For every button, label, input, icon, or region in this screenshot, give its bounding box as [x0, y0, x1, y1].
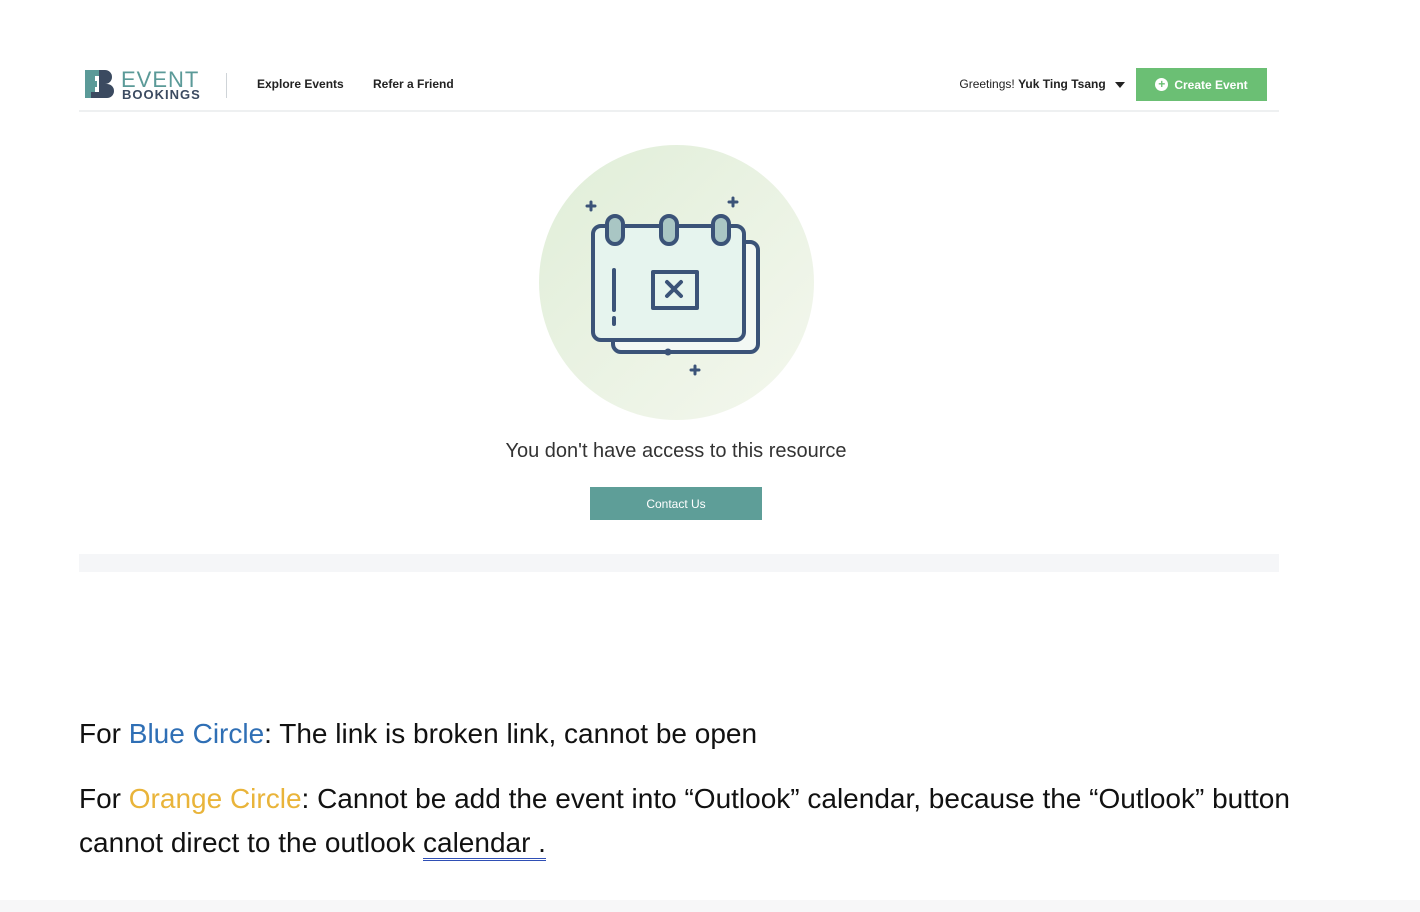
- nav-divider: [226, 73, 227, 98]
- nav-refer-a-friend[interactable]: Refer a Friend: [373, 77, 454, 91]
- top-navbar: EVENT BOOKINGS Explore Events Refer a Fr…: [79, 55, 1279, 112]
- user-name: Yuk Ting Tsang: [1018, 77, 1106, 91]
- plus-circle-icon: +: [1155, 78, 1169, 91]
- note1-prefix: For: [79, 718, 129, 749]
- issue-notes: For Blue Circle: The link is broken link…: [79, 712, 1359, 886]
- contact-us-button[interactable]: Contact Us: [590, 487, 762, 520]
- note-blue-circle: For Blue Circle: The link is broken link…: [79, 712, 1359, 756]
- nav-explore-events[interactable]: Explore Events: [257, 77, 344, 91]
- note1-highlight: Blue Circle: [128, 718, 265, 749]
- create-event-label: Create Event: [1174, 77, 1248, 92]
- logo-eb-icon: [85, 70, 114, 98]
- create-event-button[interactable]: + Create Event: [1136, 68, 1267, 101]
- event-bookings-logo[interactable]: EVENT BOOKINGS: [85, 68, 205, 102]
- user-greeting-menu[interactable]: Greetings! Yuk Ting Tsang: [959, 77, 1125, 91]
- calendar-x-icon: [585, 196, 760, 376]
- note2-highlight: Orange Circle: [128, 783, 302, 814]
- greeting-prefix: Greetings!: [959, 77, 1015, 91]
- logo-word-bookings: BOOKINGS: [122, 87, 201, 102]
- note2-prefix: For: [79, 783, 129, 814]
- note-orange-circle: For Orange Circle: Cannot be add the eve…: [79, 777, 1359, 865]
- access-denied-message: You don't have access to this resource: [505, 440, 847, 462]
- footer-strip: [79, 554, 1279, 572]
- note1-text: : The link is broken link, cannot be ope…: [264, 718, 758, 749]
- note2-calendar-link[interactable]: calendar .: [423, 827, 546, 861]
- app-frame: EVENT BOOKINGS Explore Events Refer a Fr…: [79, 55, 1279, 572]
- chevron-down-icon: [1115, 81, 1125, 88]
- bottom-fade: [0, 900, 1420, 912]
